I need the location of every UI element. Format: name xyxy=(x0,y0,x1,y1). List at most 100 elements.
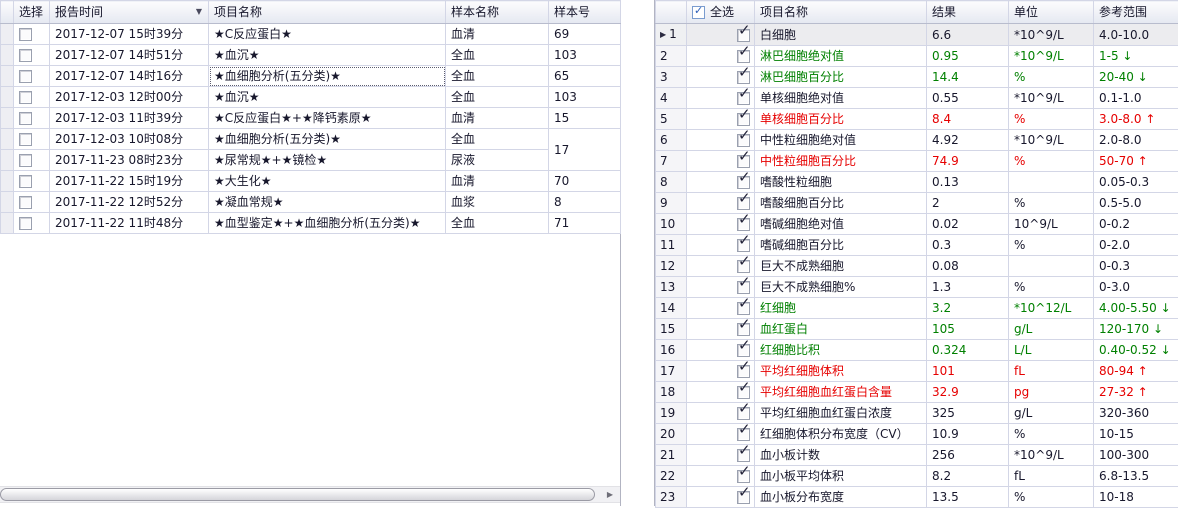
row-number-cell[interactable]: 23 xyxy=(656,487,687,508)
item-cell[interactable]: 平均红细胞体积 xyxy=(755,361,927,382)
result-cell[interactable]: 13.5 xyxy=(927,487,1009,508)
ref-range-cell[interactable]: 0-3.0 xyxy=(1094,277,1178,298)
report-row[interactable]: 2017-12-03 11时39分 ★C反应蛋白★+★降钙素原★ 血清 15 xyxy=(1,108,621,129)
row-number-cell[interactable]: 11 xyxy=(656,235,687,256)
result-cell[interactable]: 101 xyxy=(927,361,1009,382)
item-cell[interactable]: 淋巴细胞百分比 xyxy=(755,67,927,88)
ref-range-cell[interactable]: 3.0-8.0 ↑ xyxy=(1094,109,1178,130)
item-cell[interactable]: 淋巴细胞绝对值 xyxy=(755,46,927,67)
row-checkbox[interactable] xyxy=(19,49,32,62)
result-cell[interactable]: 10.9 xyxy=(927,424,1009,445)
result-row[interactable]: 20 ✓ 红细胞体积分布宽度（CV） 10.9 % 10-15 xyxy=(656,424,1178,445)
row-checkbox-checked[interactable]: ✓ xyxy=(737,50,750,63)
ref-range-cell[interactable]: 10-15 xyxy=(1094,424,1178,445)
ref-range-cell[interactable]: 4.00-5.50 ↓ xyxy=(1094,298,1178,319)
sample-no-cell[interactable]: 71 xyxy=(549,213,621,234)
ref-range-cell[interactable]: 2.0-8.0 xyxy=(1094,130,1178,151)
sample-no-cell[interactable]: 70 xyxy=(549,171,621,192)
report-row[interactable]: 2017-11-23 08时23分 ★尿常规★+★镜检★ 尿液 xyxy=(1,150,621,171)
result-row[interactable]: 18 ✓ 平均红细胞血红蛋白含量 32.9 pg 27-32 ↑ xyxy=(656,382,1178,403)
check-cell[interactable]: ✓ xyxy=(687,298,755,319)
ref-range-cell[interactable]: 80-94 ↑ xyxy=(1094,361,1178,382)
item-name-cell[interactable]: ★尿常规★+★镜检★ xyxy=(209,150,446,171)
result-cell[interactable]: 8.4 xyxy=(927,109,1009,130)
item-cell[interactable]: 中性粒细胞百分比 xyxy=(755,151,927,172)
row-checkbox-checked[interactable]: ✓ xyxy=(737,29,750,42)
item-cell[interactable]: 平均红细胞血红蛋白含量 xyxy=(755,382,927,403)
row-checkbox-checked[interactable]: ✓ xyxy=(737,260,750,273)
report-time-cell[interactable]: 2017-11-23 08时23分 xyxy=(50,150,209,171)
select-cell[interactable] xyxy=(14,45,50,66)
item-cell[interactable]: 血红蛋白 xyxy=(755,319,927,340)
check-cell[interactable]: ✓ xyxy=(687,130,755,151)
check-cell[interactable]: ✓ xyxy=(687,424,755,445)
row-number-cell[interactable]: 2 xyxy=(656,46,687,67)
horizontal-scrollbar[interactable]: ▶ xyxy=(0,486,620,503)
row-number-cell[interactable]: 16 xyxy=(656,340,687,361)
row-checkbox[interactable] xyxy=(19,112,32,125)
row-checkbox-checked[interactable]: ✓ xyxy=(737,176,750,189)
row-number-cell[interactable]: 9 xyxy=(656,193,687,214)
ref-range-cell[interactable]: 1-5 ↓ xyxy=(1094,46,1178,67)
row-indicator-cell[interactable] xyxy=(1,108,14,129)
row-checkbox-checked[interactable]: ✓ xyxy=(737,113,750,126)
row-checkbox-checked[interactable]: ✓ xyxy=(737,365,750,378)
item-name-cell[interactable]: ★C反应蛋白★+★降钙素原★ xyxy=(209,108,446,129)
check-cell[interactable]: ✓ xyxy=(687,319,755,340)
ref-range-cell[interactable]: 27-32 ↑ xyxy=(1094,382,1178,403)
report-time-cell[interactable]: 2017-12-07 14时51分 xyxy=(50,45,209,66)
result-cell[interactable]: 1.3 xyxy=(927,277,1009,298)
item-name-cell[interactable]: ★血型鉴定★+★血细胞分析(五分类)★ xyxy=(209,213,446,234)
row-checkbox[interactable] xyxy=(19,175,32,188)
sample-name-cell[interactable]: 血清 xyxy=(446,24,549,45)
ref-range-cell[interactable]: 20-40 ↓ xyxy=(1094,67,1178,88)
check-cell[interactable]: ✓ xyxy=(687,67,755,88)
unit-cell[interactable]: % xyxy=(1009,151,1094,172)
unit-cell[interactable]: *10^9/L xyxy=(1009,24,1094,46)
result-row[interactable]: 17 ✓ 平均红细胞体积 101 fL 80-94 ↑ xyxy=(656,361,1178,382)
row-indicator-cell[interactable] xyxy=(1,66,14,87)
report-time-cell[interactable]: 2017-11-22 12时52分 xyxy=(50,192,209,213)
unit-cell[interactable]: % xyxy=(1009,235,1094,256)
item-cell[interactable]: 嗜酸性粒细胞 xyxy=(755,172,927,193)
result-cell[interactable]: 4.92 xyxy=(927,130,1009,151)
ref-range-cell[interactable]: 0.05-0.3 xyxy=(1094,172,1178,193)
report-row[interactable]: 2017-11-22 15时19分 ★大生化★ 血清 70 xyxy=(1,171,621,192)
select-all-checkbox[interactable]: ✓ xyxy=(692,6,705,19)
item-name-cell-focused[interactable]: ★血细胞分析(五分类)★ xyxy=(209,66,446,87)
check-cell[interactable]: ✓ xyxy=(687,277,755,298)
select-cell[interactable] xyxy=(14,66,50,87)
row-indicator-cell[interactable] xyxy=(1,213,14,234)
result-cell[interactable]: 0.08 xyxy=(927,256,1009,277)
report-row[interactable]: 2017-12-07 15时39分 ★C反应蛋白★ 血清 69 xyxy=(1,24,621,45)
result-row[interactable]: 10 ✓ 嗜碱细胞绝对值 0.02 10^9/L 0-0.2 xyxy=(656,214,1178,235)
result-row[interactable]: 23 ✓ 血小板分布宽度 13.5 % 10-18 xyxy=(656,487,1178,508)
row-checkbox-checked[interactable]: ✓ xyxy=(737,197,750,210)
row-checkbox[interactable] xyxy=(19,217,32,230)
sample-name-cell[interactable]: 全血 xyxy=(446,87,549,108)
row-number-cell[interactable]: ▶1 xyxy=(656,24,687,46)
unit-cell[interactable]: pg xyxy=(1009,382,1094,403)
result-row[interactable]: 22 ✓ 血小板平均体积 8.2 fL 6.8-13.5 xyxy=(656,466,1178,487)
row-indicator-cell[interactable] xyxy=(1,192,14,213)
sample-no-cell-merged[interactable]: 17 xyxy=(549,129,621,171)
result-cell[interactable]: 256 xyxy=(927,445,1009,466)
row-checkbox-checked[interactable]: ✓ xyxy=(737,344,750,357)
check-cell[interactable]: ✓ xyxy=(687,361,755,382)
unit-cell[interactable] xyxy=(1009,256,1094,277)
row-number-cell[interactable]: 4 xyxy=(656,88,687,109)
row-checkbox-checked[interactable]: ✓ xyxy=(737,470,750,483)
result-cell[interactable]: 0.13 xyxy=(927,172,1009,193)
ref-range-cell[interactable]: 120-170 ↓ xyxy=(1094,319,1178,340)
result-cell[interactable]: 0.95 xyxy=(927,46,1009,67)
result-cell[interactable]: 0.55 xyxy=(927,88,1009,109)
check-cell[interactable]: ✓ xyxy=(687,487,755,508)
check-cell[interactable]: ✓ xyxy=(687,88,755,109)
unit-cell[interactable]: fL xyxy=(1009,361,1094,382)
row-checkbox-checked[interactable]: ✓ xyxy=(737,407,750,420)
sample-name-cell[interactable]: 尿液 xyxy=(446,150,549,171)
ref-range-cell[interactable]: 0-0.3 xyxy=(1094,256,1178,277)
row-number-cell[interactable]: 21 xyxy=(656,445,687,466)
unit-cell[interactable]: % xyxy=(1009,193,1094,214)
item-cell[interactable]: 红细胞 xyxy=(755,298,927,319)
